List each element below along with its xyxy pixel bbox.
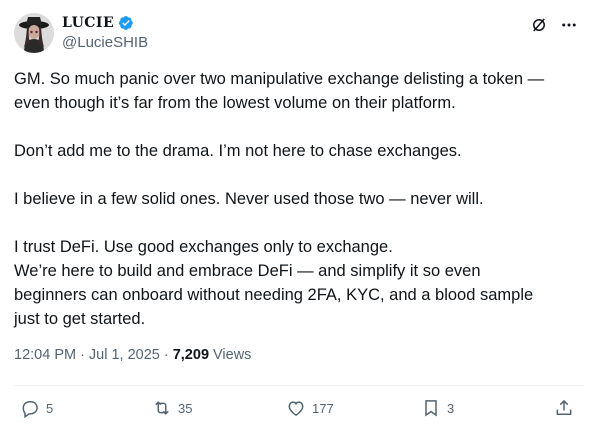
bookmark-icon: [425, 400, 437, 417]
share-button[interactable]: [554, 398, 574, 418]
author-display-name[interactable]: LUCIE: [62, 15, 114, 31]
reply-icon: [22, 401, 38, 418]
bookmark-button[interactable]: 3: [421, 398, 454, 418]
tweet-paragraph: GM. So much panic over two manipulative …: [14, 70, 545, 112]
bookmark-count: 3: [447, 400, 455, 416]
like-button[interactable]: 177: [286, 398, 334, 418]
tweet-card: LUCIE @LucieSHIB GM. So much panic over: [0, 0, 598, 440]
tweet-paragraph: Don’t add me to the drama. I’m not here …: [14, 142, 462, 160]
tweet-time[interactable]: 12:04 PM: [14, 347, 76, 363]
avatar[interactable]: [14, 13, 54, 53]
divider: [14, 385, 584, 386]
views-label: Views: [213, 347, 252, 363]
verified-badge-icon: [118, 15, 134, 31]
author-name-row[interactable]: LUCIE: [62, 13, 134, 33]
meta-separator: ·: [80, 347, 85, 363]
like-count: 177: [312, 400, 334, 416]
meta-separator: ·: [163, 347, 169, 363]
action-bar: 5 35 177 3: [20, 398, 580, 422]
views-count[interactable]: 7,209: [173, 347, 209, 363]
tweet-paragraph: I trust DeFi. Use good exchanges only to…: [14, 238, 534, 328]
tweet-meta: 12:04 PM · Jul 1, 2025 · 7,209 Views: [14, 347, 251, 363]
share-icon: [556, 399, 572, 415]
reply-count: 5: [46, 400, 54, 416]
repost-button[interactable]: 35: [152, 398, 192, 418]
grok-icon[interactable]: [530, 16, 548, 34]
tweet-paragraph: I believe in a few solid ones. Never use…: [14, 190, 484, 208]
reply-button[interactable]: 5: [20, 398, 53, 418]
repost-count: 35: [178, 400, 193, 416]
avatar-image: [14, 13, 54, 53]
tweet-date[interactable]: Jul 1, 2025: [89, 347, 160, 363]
tweet-text: GM. So much panic over two manipulative …: [14, 67, 584, 331]
header-actions: [530, 16, 578, 34]
repost-icon: [155, 401, 169, 415]
more-icon[interactable]: [560, 16, 578, 34]
like-icon: [288, 401, 304, 416]
author-handle[interactable]: @LucieSHIB: [62, 34, 148, 51]
